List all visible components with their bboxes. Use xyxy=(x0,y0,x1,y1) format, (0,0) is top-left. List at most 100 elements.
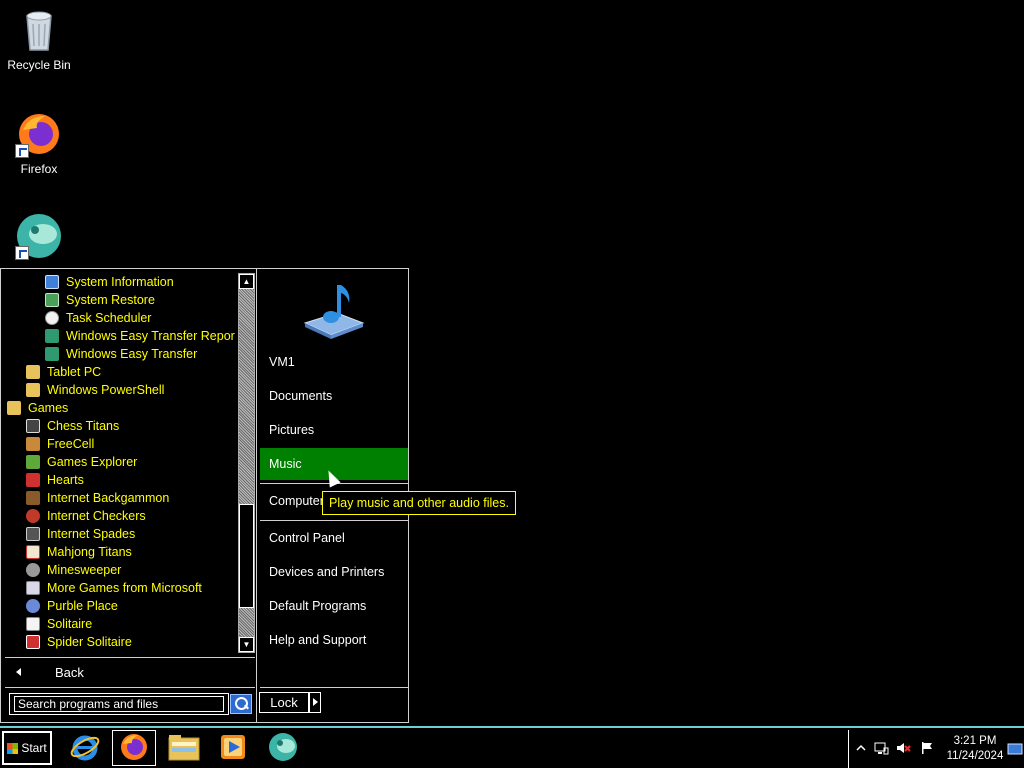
start-item-label: Default Programs xyxy=(269,599,367,613)
start-item-help-and-support[interactable]: Help and Support xyxy=(260,624,408,656)
back-arrow-icon xyxy=(16,668,21,676)
scroll-down-button[interactable]: ▼ xyxy=(239,637,254,652)
program-item-system-restore[interactable]: System Restore xyxy=(45,291,155,309)
start-item-vm1[interactable]: VM1 xyxy=(260,346,408,378)
spades-icon xyxy=(26,527,40,541)
program-list-scrollbar[interactable]: ▲ ▼ xyxy=(238,273,255,653)
desktop-icon-label: Firefox xyxy=(20,162,58,176)
program-label: System Information xyxy=(66,275,174,289)
show-hidden-icons-chevron-icon[interactable] xyxy=(853,740,869,756)
program-item-easy-transfer[interactable]: Windows Easy Transfer xyxy=(45,345,197,363)
action-center-flag-icon[interactable] xyxy=(919,740,935,756)
start-button[interactable]: Start xyxy=(2,731,52,765)
network-icon[interactable] xyxy=(873,740,889,756)
program-item-minesweeper[interactable]: Minesweeper xyxy=(26,561,121,579)
spider-solitaire-icon xyxy=(26,635,40,649)
program-label: System Restore xyxy=(66,293,155,307)
program-label: Hearts xyxy=(47,473,84,487)
shortcut-arrow-icon xyxy=(15,144,29,158)
taskbar-firefox[interactable] xyxy=(112,730,156,766)
program-label: Solitaire xyxy=(47,617,93,631)
program-item-freecell[interactable]: FreeCell xyxy=(26,435,94,453)
internet-explorer-icon xyxy=(69,731,101,766)
program-item-internet-spades[interactable]: Internet Spades xyxy=(26,525,135,543)
back-label: Back xyxy=(55,664,84,680)
start-item-label: Computer xyxy=(269,494,324,508)
shutdown-options-arrow-icon[interactable] xyxy=(309,692,321,713)
program-label: More Games from Microsoft xyxy=(47,581,202,595)
desktop-icon-app[interactable] xyxy=(1,212,77,260)
program-label: Purble Place xyxy=(47,599,118,613)
start-label: Start xyxy=(21,741,47,755)
program-label: Windows PowerShell xyxy=(47,383,165,397)
desktop-icon-firefox[interactable]: Firefox xyxy=(1,110,77,176)
program-item-solitaire[interactable]: Solitaire xyxy=(26,615,92,633)
freecell-icon xyxy=(26,437,40,451)
program-item-easy-transfer-reports[interactable]: Windows Easy Transfer Repor xyxy=(45,327,235,345)
firefox-icon xyxy=(118,731,150,766)
program-item-games-explorer[interactable]: Games Explorer xyxy=(26,453,137,471)
volume-muted-icon[interactable] xyxy=(895,740,911,756)
program-item-mahjong-titans[interactable]: Mahjong Titans xyxy=(26,543,132,561)
back-button[interactable]: Back xyxy=(9,663,84,681)
divider xyxy=(5,687,255,688)
lock-label: Lock xyxy=(270,695,298,710)
search-input[interactable] xyxy=(14,696,224,712)
program-item-chess-titans[interactable]: Chess Titans xyxy=(26,417,119,435)
taskbar-media-player[interactable] xyxy=(211,730,255,766)
program-label: Windows Easy Transfer xyxy=(66,347,198,361)
program-label: FreeCell xyxy=(47,437,95,451)
program-label: Internet Checkers xyxy=(47,509,146,523)
lock-button[interactable]: Lock xyxy=(259,692,309,713)
windows-logo-icon xyxy=(7,742,19,754)
start-item-documents[interactable]: Documents xyxy=(260,380,408,412)
desktop-icon-label: Recycle Bin xyxy=(7,58,71,72)
system-tray: 3:21 PM 11/24/2024 xyxy=(848,730,1024,768)
program-item-spider-solitaire[interactable]: Spider Solitaire xyxy=(26,633,132,651)
start-item-pictures[interactable]: Pictures xyxy=(260,414,408,446)
program-label: Tablet PC xyxy=(47,365,102,379)
taskbar-internet-explorer[interactable] xyxy=(63,730,107,766)
solitaire-icon xyxy=(26,617,40,631)
start-item-label: Devices and Printers xyxy=(269,565,385,579)
divider xyxy=(260,687,408,688)
easy-transfer-icon xyxy=(45,347,59,361)
scrollbar-thumb[interactable] xyxy=(239,504,254,608)
backgammon-icon xyxy=(26,491,40,505)
program-item-system-information[interactable]: System Information xyxy=(45,273,174,291)
recycle-bin-icon xyxy=(15,6,63,54)
program-item-more-games[interactable]: More Games from Microsoft xyxy=(26,579,202,597)
program-item-hearts[interactable]: Hearts xyxy=(26,471,84,489)
program-label: Chess Titans xyxy=(47,419,120,433)
search-icon[interactable] xyxy=(230,694,252,714)
easy-transfer-reports-icon xyxy=(45,329,59,343)
program-folder-tablet-pc[interactable]: Tablet PC xyxy=(26,363,101,381)
clock-time: 3:21 PM xyxy=(953,735,997,747)
scroll-up-button[interactable]: ▲ xyxy=(239,274,254,289)
taskbar-file-explorer[interactable] xyxy=(162,730,206,766)
start-item-label: Control Panel xyxy=(269,531,345,545)
start-item-default-programs[interactable]: Default Programs xyxy=(260,590,408,622)
program-item-purble-place[interactable]: Purble Place xyxy=(26,597,118,615)
program-list: System Information System Restore Task S… xyxy=(3,271,239,653)
taskbar-clock[interactable]: 3:21 PM 11/24/2024 xyxy=(943,734,1007,764)
desktop-icon-recycle-bin[interactable]: Recycle Bin xyxy=(1,6,77,72)
purble-place-icon xyxy=(26,599,40,613)
start-item-label: Music xyxy=(269,457,302,471)
program-folder-windows-powershell[interactable]: Windows PowerShell xyxy=(26,381,164,399)
music-user-picture-icon xyxy=(301,279,367,339)
program-folder-games[interactable]: Games xyxy=(7,399,68,417)
show-desktop-icon[interactable] xyxy=(1007,738,1023,760)
program-label: Games Explorer xyxy=(47,455,138,469)
start-item-label: Pictures xyxy=(269,423,315,437)
folder-icon xyxy=(26,383,40,397)
start-item-control-panel[interactable]: Control Panel xyxy=(260,522,408,554)
taskbar-app[interactable] xyxy=(261,730,305,766)
program-item-task-scheduler[interactable]: Task Scheduler xyxy=(45,309,151,327)
program-item-internet-checkers[interactable]: Internet Checkers xyxy=(26,507,146,525)
start-item-devices-and-printers[interactable]: Devices and Printers xyxy=(260,556,408,588)
system-information-icon xyxy=(45,275,59,289)
system-restore-icon xyxy=(45,293,59,307)
program-item-internet-backgammon[interactable]: Internet Backgammon xyxy=(26,489,169,507)
app-shortcut-icon xyxy=(267,731,299,766)
